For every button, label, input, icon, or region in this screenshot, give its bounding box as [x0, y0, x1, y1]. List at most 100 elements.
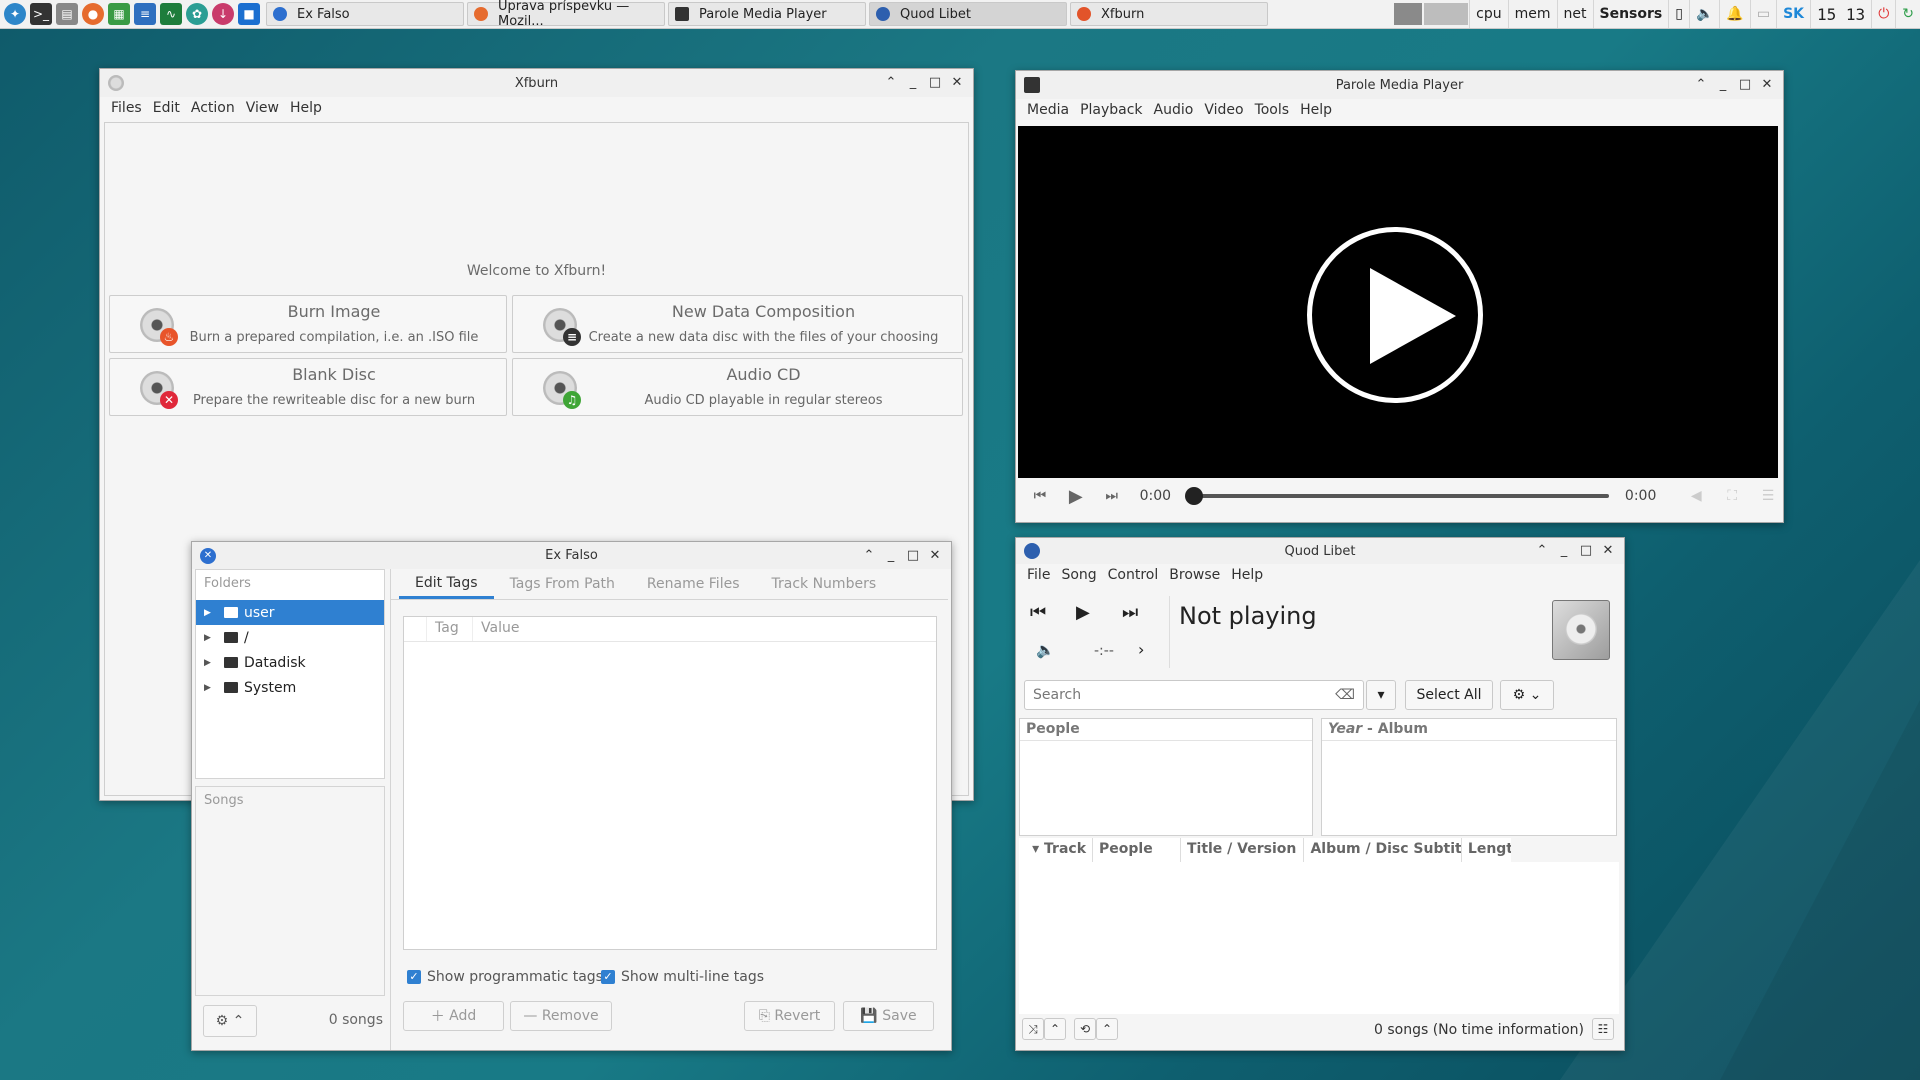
menu-view[interactable]: View [246, 100, 279, 116]
menu-playback[interactable]: Playback [1080, 102, 1142, 118]
task-quodlibet[interactable]: Quod Libet [869, 2, 1067, 26]
menu-media[interactable]: Media [1027, 102, 1069, 118]
shade-button[interactable]: ⌃ [1534, 543, 1550, 559]
menu-browse[interactable]: Browse [1169, 567, 1220, 583]
desktop-icon[interactable]: ■ [238, 3, 260, 25]
update-icon[interactable]: ↻ [1895, 0, 1920, 28]
task-xfburn[interactable]: Xfburn [1070, 2, 1268, 26]
mem-monitor[interactable]: mem [1507, 0, 1557, 28]
maximize-button[interactable]: □ [927, 75, 943, 91]
close-button[interactable]: ✕ [1759, 77, 1775, 93]
album-cover-icon[interactable] [1552, 600, 1610, 660]
net-monitor[interactable]: net [1556, 0, 1593, 28]
expand-arrow-icon[interactable]: ▶ [204, 658, 220, 668]
select-all-button[interactable]: Select All [1405, 680, 1493, 710]
firefox-icon[interactable]: ● [82, 3, 104, 25]
clock[interactable]: 15 13 [1810, 0, 1871, 28]
album-pane[interactable]: Year - Album [1321, 718, 1617, 836]
folder-item[interactable]: ▶ user [196, 600, 384, 625]
sensors-plugin[interactable]: Sensors [1592, 0, 1669, 28]
search-input[interactable]: Search ⌫ [1024, 680, 1364, 710]
shade-button[interactable]: ⌃ [1693, 77, 1709, 93]
repeat-options-button[interactable]: ⌃ [1096, 1018, 1118, 1040]
tag-list[interactable]: Tag Value [403, 616, 937, 950]
task-parole[interactable]: Parole Media Player [668, 2, 866, 26]
shuffle-options-button[interactable]: ⌃ [1044, 1018, 1066, 1040]
repeat-button[interactable]: ⟲ [1074, 1018, 1096, 1040]
close-button[interactable]: ✕ [927, 548, 943, 564]
terminal-icon[interactable]: >_ [30, 3, 52, 25]
tab-rename-files[interactable]: Rename Files [631, 569, 756, 599]
column-title[interactable]: Title / Version [1181, 838, 1305, 862]
close-button[interactable]: ✕ [949, 75, 965, 91]
app-menu-icon[interactable]: ✦ [4, 3, 26, 25]
volume-button[interactable]: 🔈 [1036, 641, 1055, 659]
menu-file[interactable]: File [1027, 567, 1050, 583]
file-manager-icon[interactable]: ▤ [56, 3, 78, 25]
column-tag[interactable]: Tag [427, 617, 473, 641]
menu-help[interactable]: Help [290, 100, 322, 116]
play-button[interactable]: ▶ [1064, 486, 1088, 507]
menu-tools[interactable]: Tools [1255, 102, 1290, 118]
column-length[interactable]: Lengt [1462, 838, 1511, 862]
people-pane[interactable]: People [1019, 718, 1313, 836]
menu-files[interactable]: Files [111, 100, 142, 116]
titlebar[interactable]: Quod Libet ⌃ _ □ ✕ [1016, 538, 1624, 564]
menu-help[interactable]: Help [1300, 102, 1332, 118]
menu-action[interactable]: Action [191, 100, 235, 116]
save-button[interactable]: 💾 Save [843, 1001, 934, 1031]
previous-icon[interactable]: ⏮ [1028, 488, 1052, 504]
big-play-button[interactable] [1307, 227, 1483, 403]
chevron-right-icon[interactable]: › [1138, 640, 1144, 659]
maximize-button[interactable]: □ [1578, 543, 1594, 559]
seek-slider[interactable] [1185, 487, 1609, 505]
folder-item[interactable]: ▶ System [196, 675, 384, 700]
close-button[interactable]: ✕ [1600, 543, 1616, 559]
column-album[interactable]: Album / Disc Subtitle [1304, 838, 1462, 862]
show-multiline-checkbox[interactable]: ✓ Show multi-line tags [601, 969, 764, 985]
folder-item[interactable]: ▶ / [196, 625, 384, 650]
expand-arrow-icon[interactable]: ▶ [204, 683, 220, 693]
song-list[interactable] [1019, 862, 1619, 1014]
cpu-monitor[interactable]: cpu [1469, 0, 1507, 28]
minimize-button[interactable]: _ [883, 548, 899, 564]
tab-edit-tags[interactable]: Edit Tags [399, 569, 494, 599]
next-icon[interactable]: ⏭ [1100, 488, 1124, 504]
new-data-composition-button[interactable]: ≡ New Data Composition Create a new data… [512, 295, 963, 353]
expand-arrow-icon[interactable]: ▶ [204, 608, 220, 618]
display-icon[interactable]: ▭ [1749, 0, 1776, 28]
column-value[interactable]: Value [473, 617, 527, 641]
spreadsheet-icon[interactable]: ▦ [108, 3, 130, 25]
shuffle-button[interactable]: ⤨ [1022, 1018, 1044, 1040]
expand-arrow-icon[interactable]: ▶ [204, 633, 220, 643]
notification-icon[interactable]: 🔔 [1719, 0, 1749, 28]
revert-button[interactable]: ⎘ Revert [744, 1001, 835, 1031]
menu-audio[interactable]: Audio [1154, 102, 1194, 118]
next-button[interactable]: ⏭ [1122, 602, 1138, 623]
previous-button[interactable]: ⏮ [1030, 602, 1046, 623]
queue-toggle-button[interactable]: ☷ [1592, 1018, 1614, 1040]
play-button[interactable]: ▶ [1076, 602, 1090, 623]
menu-help[interactable]: Help [1231, 567, 1263, 583]
minimize-button[interactable]: _ [1715, 77, 1731, 93]
show-programmatic-checkbox[interactable]: ✓ Show programmatic tags [407, 969, 603, 985]
tab-track-numbers[interactable]: Track Numbers [756, 569, 893, 599]
folder-item[interactable]: ▶ Datadisk [196, 650, 384, 675]
add-button[interactable]: ＋ Add [403, 1001, 504, 1031]
minimize-button[interactable]: _ [1556, 543, 1572, 559]
audio-cd-button[interactable]: ♫ Audio CD Audio CD playable in regular … [512, 358, 963, 416]
settings-menu-button[interactable]: ⚙ ⌃ [203, 1005, 257, 1037]
titlebar[interactable]: ✕ Ex Falso ⌃ _ □ ✕ [192, 542, 951, 569]
task-firefox[interactable]: Úprava príspevku — Mozil... [467, 0, 665, 29]
volume-icon[interactable]: ◀ [1684, 488, 1708, 504]
maximize-button[interactable]: □ [905, 548, 921, 564]
blank-disc-button[interactable]: ✕ Blank Disc Prepare the rewriteable dis… [109, 358, 507, 416]
column-people[interactable]: People [1093, 838, 1181, 862]
menu-control[interactable]: Control [1108, 567, 1159, 583]
workspace-2[interactable] [1424, 3, 1469, 25]
menu-edit[interactable]: Edit [153, 100, 180, 116]
power-icon[interactable]: ⏻ [1871, 0, 1895, 28]
keyboard-layout[interactable]: SK [1776, 0, 1810, 28]
seek-knob[interactable] [1185, 487, 1204, 505]
column-track[interactable]: ▾ Track [1019, 838, 1094, 862]
